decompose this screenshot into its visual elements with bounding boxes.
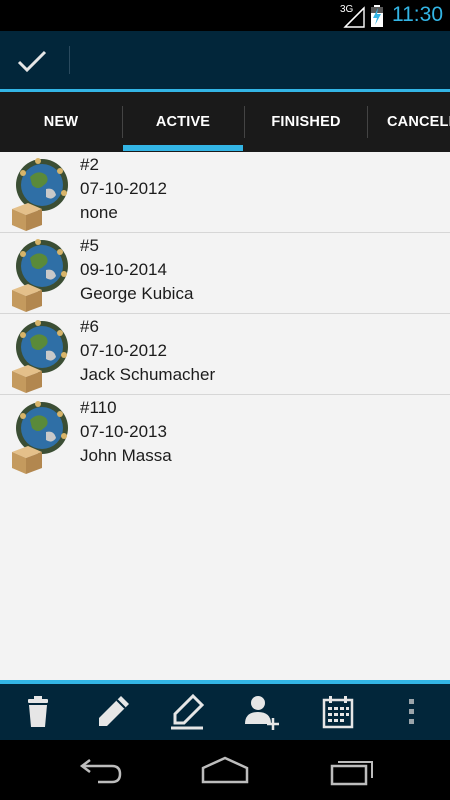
order-client: John Massa [80,446,172,465]
globe-package-icon [12,401,68,474]
checkmark-icon[interactable] [12,43,52,79]
action-bar [0,31,450,89]
selected-tab-indicator [123,145,243,151]
system-nav-bar [0,740,450,800]
tab-new[interactable]: NEW [0,92,122,152]
order-number: #5 [80,236,99,255]
order-number: #2 [80,155,99,174]
action-bar-divider [69,46,70,74]
pencil-icon[interactable] [93,692,133,732]
list-item[interactable]: #5 09-10-2014 George Kubica [0,233,450,314]
signal-icon [343,6,365,28]
globe-package-icon [12,320,68,393]
tab-finished[interactable]: FINISHED [245,92,367,152]
tab-active[interactable]: ACTIVE [123,92,243,152]
order-date: 07-10-2012 [80,179,167,198]
home-icon[interactable] [197,754,253,786]
add-person-icon[interactable] [242,692,282,732]
bottom-action-bar [0,684,450,740]
list-item[interactable]: #2 07-10-2012 none [0,152,450,233]
list-item[interactable]: #6 07-10-2012 Jack Schumacher [0,314,450,395]
order-client: none [80,203,118,222]
calendar-icon[interactable] [318,692,358,732]
tab-cancelled[interactable]: CANCELLED [368,92,450,152]
globe-package-icon [12,239,68,312]
order-number: #110 [80,398,117,417]
order-date: 09-10-2014 [80,260,167,279]
status-bar: 3G 11:30 [0,0,450,31]
order-client: George Kubica [80,284,194,303]
list-item[interactable]: #110 07-10-2013 John Massa [0,395,450,476]
order-number: #6 [80,317,99,336]
battery-charging-icon [371,5,383,27]
clock: 11:30 [392,3,443,26]
order-date: 07-10-2013 [80,422,167,441]
order-client: Jack Schumacher [80,365,216,384]
edit-icon[interactable] [167,692,207,732]
recent-apps-icon[interactable] [324,754,380,786]
back-icon[interactable] [72,754,128,786]
tab-bar: NEW ACTIVE FINISHED CANCELLED [0,92,450,152]
order-date: 07-10-2012 [80,341,167,360]
overflow-menu-icon[interactable] [392,692,432,732]
globe-package-icon [12,158,68,231]
order-list: #2 07-10-2012 none #5 09-10-2014 George … [0,152,450,680]
trash-icon[interactable] [18,692,58,732]
